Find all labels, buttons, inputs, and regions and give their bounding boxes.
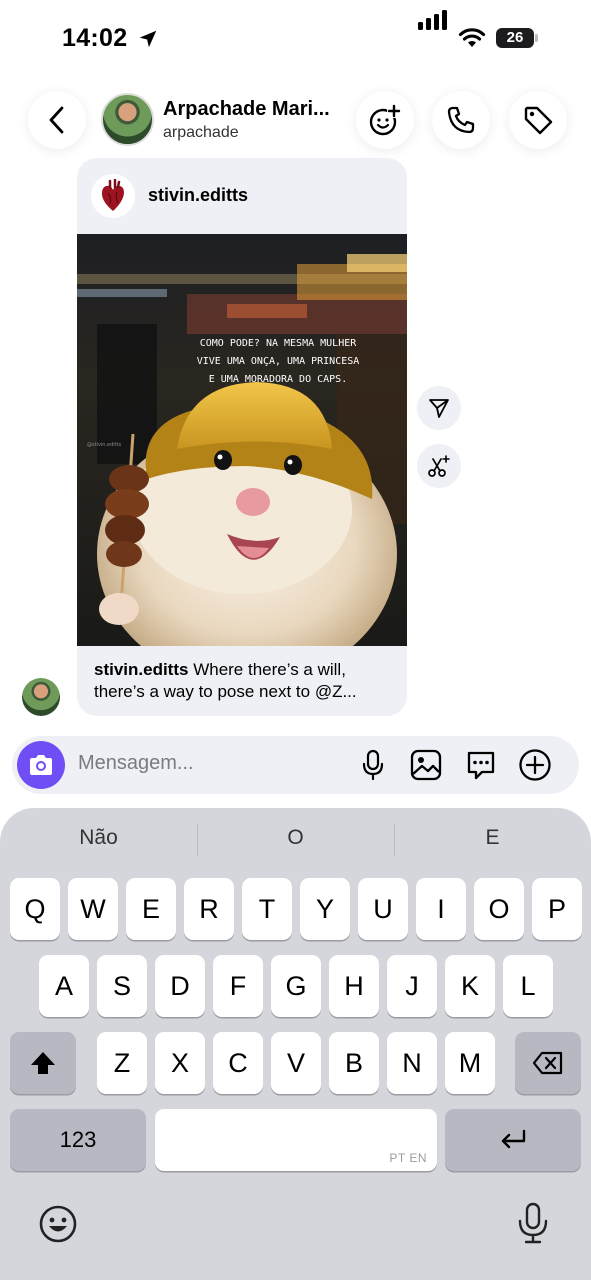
key-f[interactable]: F: [213, 955, 263, 1017]
shift-key[interactable]: [10, 1032, 76, 1094]
key-m[interactable]: M: [445, 1032, 495, 1094]
send-icon: [429, 399, 449, 418]
key-c[interactable]: C: [213, 1032, 263, 1094]
message-composer: Mensagem...: [12, 736, 579, 794]
key-j[interactable]: J: [387, 955, 437, 1017]
key-i[interactable]: I: [416, 878, 466, 940]
suggestion-3[interactable]: E: [394, 826, 591, 850]
key-l[interactable]: L: [503, 955, 553, 1017]
key-x[interactable]: X: [155, 1032, 205, 1094]
hamster-photo: COMO PODE? NA MESMA MULHER VIVE UMA ONÇA…: [77, 234, 407, 646]
suggestion-2[interactable]: O: [197, 826, 394, 850]
numbers-key[interactable]: 123: [10, 1109, 146, 1171]
key-q[interactable]: Q: [10, 878, 60, 940]
gallery-icon: [410, 749, 442, 781]
suggestion-1[interactable]: Não: [0, 826, 197, 850]
add-emoji-icon: [369, 104, 401, 136]
remix-post-button[interactable]: [417, 444, 461, 488]
gallery-button[interactable]: [409, 748, 443, 782]
status-bar: 14:02 26: [0, 0, 591, 70]
shift-arrow-icon: [31, 1052, 55, 1074]
emoji-keyboard-button[interactable]: [38, 1204, 78, 1244]
post-author-name[interactable]: stivin.editts: [148, 185, 248, 206]
anatomical-heart-icon: [101, 179, 124, 211]
dictation-microphone-icon: [518, 1202, 548, 1244]
space-language-label: PT EN: [389, 1151, 427, 1165]
key-a[interactable]: A: [39, 955, 89, 1017]
return-key[interactable]: [445, 1109, 581, 1171]
key-r[interactable]: R: [184, 878, 234, 940]
camera-icon: [30, 755, 52, 775]
space-key[interactable]: PT EN: [155, 1109, 437, 1171]
chat-contact-username[interactable]: arpachade: [163, 124, 239, 142]
emoji-icon: [39, 1205, 77, 1243]
sticker-button[interactable]: [464, 748, 498, 782]
camera-button[interactable]: [17, 741, 65, 789]
keyboard: Não O E Q W E R T Y U I O P A S D F G H …: [0, 808, 591, 1280]
tag-button[interactable]: [509, 91, 567, 149]
backspace-icon: [532, 1051, 563, 1075]
call-button[interactable]: [432, 91, 490, 149]
dictation-button[interactable]: [516, 1202, 550, 1244]
voice-message-button[interactable]: [356, 748, 390, 782]
battery-cap: [535, 34, 538, 42]
tag-icon: [524, 106, 553, 135]
back-chevron-icon: [49, 106, 64, 134]
sticker-icon: [467, 751, 495, 780]
caption-username[interactable]: stivin.editts: [94, 660, 188, 679]
back-button[interactable]: [28, 91, 86, 149]
return-arrow-icon: [501, 1129, 526, 1149]
shared-post-header[interactable]: stivin.editts: [77, 158, 407, 234]
key-t[interactable]: T: [242, 878, 292, 940]
more-options-button[interactable]: [518, 748, 552, 782]
post-image[interactable]: COMO PODE? NA MESMA MULHER VIVE UMA ONÇA…: [77, 234, 407, 646]
chat-contact-name[interactable]: Arpachade Mari...: [163, 98, 330, 121]
key-s[interactable]: S: [97, 955, 147, 1017]
key-z[interactable]: Z: [97, 1032, 147, 1094]
sender-avatar[interactable]: [22, 678, 60, 716]
key-v[interactable]: V: [271, 1032, 321, 1094]
overlay-line-1: COMO PODE? NA MESMA MULHER: [200, 338, 358, 349]
key-d[interactable]: D: [155, 955, 205, 1017]
key-h[interactable]: H: [329, 955, 379, 1017]
ai-scissors-icon: [428, 455, 450, 477]
overlay-line-2: VIVE UMA ONÇA, UMA PRINCESA: [197, 356, 360, 367]
battery-indicator: 26: [496, 28, 534, 48]
shared-post-card[interactable]: stivin.editts COMO PODE? NA MESMA MULHER…: [77, 158, 407, 716]
key-b[interactable]: B: [329, 1032, 379, 1094]
overlay-line-3: E UMA MORADORA DO CAPS.: [209, 374, 347, 385]
message-input[interactable]: Mensagem...: [78, 752, 194, 775]
key-k[interactable]: K: [445, 955, 495, 1017]
key-n[interactable]: N: [387, 1032, 437, 1094]
plus-icon: [519, 749, 551, 781]
key-w[interactable]: W: [68, 878, 118, 940]
key-g[interactable]: G: [271, 955, 321, 1017]
phone-icon: [447, 106, 475, 134]
key-y[interactable]: Y: [300, 878, 350, 940]
post-author-avatar[interactable]: [91, 174, 135, 218]
key-e[interactable]: E: [126, 878, 176, 940]
microphone-icon: [362, 749, 384, 781]
key-p[interactable]: P: [532, 878, 582, 940]
backspace-key[interactable]: [515, 1032, 581, 1094]
key-o[interactable]: O: [474, 878, 524, 940]
chat-avatar[interactable]: [101, 93, 154, 146]
post-watermark: @stivin.editts: [87, 442, 122, 448]
post-caption[interactable]: stivin.editts Where there’s a will, ther…: [94, 659, 399, 703]
wifi-icon: [458, 28, 486, 47]
key-u[interactable]: U: [358, 878, 408, 940]
status-time: 14:02: [62, 24, 128, 52]
share-post-button[interactable]: [417, 386, 461, 430]
add-emoji-button[interactable]: [356, 91, 414, 149]
location-arrow-icon: [139, 30, 157, 48]
